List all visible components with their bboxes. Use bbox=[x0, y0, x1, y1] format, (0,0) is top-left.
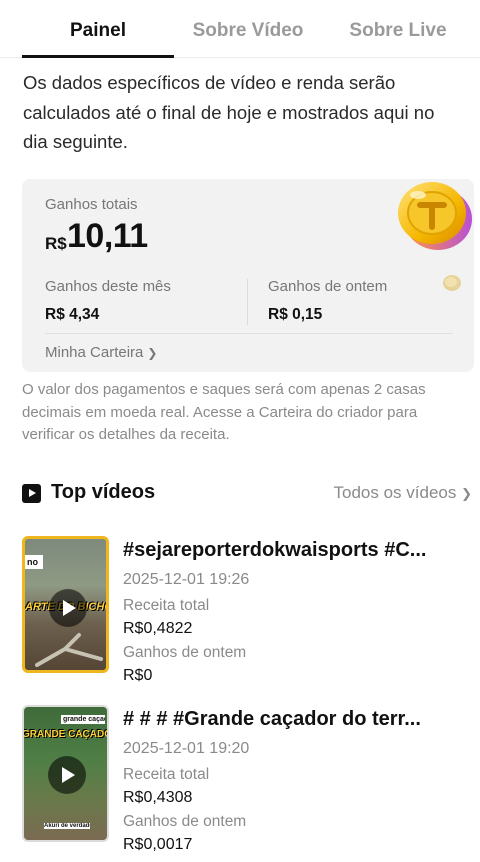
video-date: 2025-12-01 19:26 bbox=[123, 571, 250, 588]
payout-disclaimer: O valor dos pagamentos e saques será com… bbox=[22, 381, 426, 443]
card-divider bbox=[45, 333, 453, 334]
video-item[interactable]: no ARTE DO BICHO #sejareporterdokwaispor… bbox=[22, 536, 478, 684]
video-title[interactable]: #sejareporterdokwaisports #C... bbox=[123, 539, 463, 562]
currency-symbol: R$ bbox=[45, 234, 67, 253]
earnings-card: Ganhos totais R$ 10,11 Ganhos deste mês … bbox=[22, 179, 474, 372]
video-thumbnail[interactable]: grande caçador GRANDE CAÇADOR Akuri de v… bbox=[22, 705, 109, 842]
my-wallet-label: Minha Carteira bbox=[45, 344, 144, 361]
thumbnail-corner-text: no bbox=[25, 555, 43, 569]
top-videos-title: Top vídeos bbox=[51, 481, 156, 503]
total-revenue-value: R$0,4822 bbox=[123, 620, 193, 637]
top-videos-header: Top vídeos Todos os vídeos ❯ bbox=[22, 480, 472, 508]
stat-divider bbox=[247, 279, 248, 325]
play-icon[interactable] bbox=[48, 756, 86, 794]
yesterday-earnings-value: R$ 0,15 bbox=[268, 306, 323, 323]
video-play-icon bbox=[22, 484, 41, 503]
yesterday-earnings-label: Ganhos de ontem bbox=[268, 278, 388, 295]
all-videos-label: Todos os vídeos bbox=[333, 483, 457, 502]
data-update-notice: Os dados específicos de vídeo e renda se… bbox=[23, 72, 435, 152]
yesterday-earnings-value: R$0 bbox=[123, 667, 153, 684]
gold-coin-icon bbox=[398, 182, 472, 250]
total-earnings-label: Ganhos totais bbox=[45, 196, 138, 213]
thumbnail-corner-text: grande caçador bbox=[61, 715, 105, 724]
tab-painel[interactable]: Painel bbox=[22, 0, 174, 58]
video-title[interactable]: # # # #Grande caçador do terr... bbox=[123, 708, 463, 731]
total-revenue-value: R$0,4308 bbox=[123, 789, 193, 806]
thumbnail-footer-text: Akuri de verdade bbox=[44, 823, 90, 829]
play-icon[interactable] bbox=[49, 589, 87, 627]
video-item[interactable]: grande caçador GRANDE CAÇADOR Akuri de v… bbox=[22, 705, 478, 853]
month-earnings-value: R$ 4,34 bbox=[45, 306, 100, 323]
total-revenue-label: Receita total bbox=[123, 766, 210, 783]
yesterday-earnings-label: Ganhos de ontem bbox=[123, 644, 247, 661]
my-wallet-link[interactable]: Minha Carteira ❯ bbox=[45, 344, 157, 361]
yesterday-earnings-label: Ganhos de ontem bbox=[123, 813, 247, 830]
total-earnings-value: 10,11 bbox=[67, 217, 148, 255]
small-coin-icon bbox=[443, 275, 461, 291]
chevron-right-icon: ❯ bbox=[147, 346, 158, 360]
thumbnail-caption: GRANDE CAÇADOR bbox=[22, 729, 107, 740]
tab-sobre-video[interactable]: Sobre Vídeo bbox=[178, 0, 318, 58]
active-tab-indicator bbox=[22, 55, 174, 58]
video-date: 2025-12-01 19:20 bbox=[123, 740, 250, 757]
tab-bar: Painel Sobre Vídeo Sobre Live bbox=[0, 0, 480, 58]
tab-sobre-live[interactable]: Sobre Live bbox=[330, 0, 466, 58]
video-thumbnail[interactable]: no ARTE DO BICHO bbox=[22, 536, 109, 673]
month-earnings-label: Ganhos deste mês bbox=[45, 278, 171, 295]
thumbnail-driftwood bbox=[35, 633, 103, 667]
yesterday-earnings-value: R$0,0017 bbox=[123, 836, 193, 853]
total-revenue-label: Receita total bbox=[123, 597, 210, 614]
all-videos-link[interactable]: Todos os vídeos ❯ bbox=[334, 483, 473, 503]
chevron-right-icon: ❯ bbox=[461, 486, 472, 501]
